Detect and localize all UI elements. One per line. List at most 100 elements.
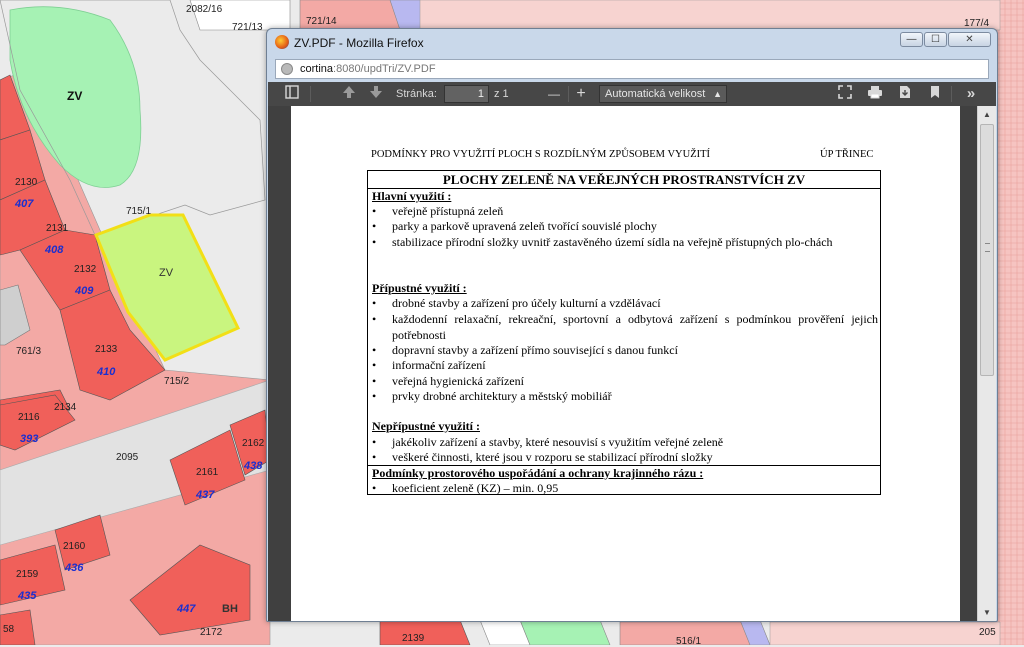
list-item: • parky a parkově upravená zeleň tvořící … (372, 219, 878, 235)
list-item-text: veřejně přístupná zeleň (392, 204, 504, 218)
list-item-text: parky a parkově upravená zeleň tvořící s… (392, 219, 657, 233)
parcel-label: 715/1 (126, 206, 152, 217)
building-number: 408 (45, 244, 64, 256)
bullet: • (372, 374, 377, 388)
parcel-label: 516/1 (676, 636, 702, 647)
page-total: z 1 (494, 88, 509, 100)
doc-header-left: PODMÍNKY PRO VYUŽITÍ PLOCH S ROZDÍLNÝM Z… (371, 149, 711, 160)
zoom-in-button[interactable]: + (571, 85, 591, 103)
globe-icon (281, 63, 293, 75)
bookmark-icon[interactable] (925, 85, 945, 103)
building-number: 409 (75, 285, 94, 297)
zoom-select[interactable]: Automatická velikost ▲ (599, 85, 727, 103)
list-item: • každodenní relaxační, rekreační, sporto… (372, 312, 878, 343)
next-page-icon[interactable] (366, 85, 386, 103)
chevron-updown-icon: ▲ (713, 89, 722, 99)
zone-label: BH (222, 603, 238, 615)
scroll-down-icon[interactable]: ▼ (983, 608, 991, 617)
building-number: 437 (196, 489, 215, 501)
scrollbar-thumb[interactable] (980, 124, 994, 376)
parcel-label: 2095 (116, 452, 139, 463)
building-number: 435 (18, 590, 37, 602)
bullet: • (372, 389, 377, 403)
regulation-table: PLOCHY ZELENĚ NA VEŘEJNÝCH PROSTRANSTVÍC… (367, 170, 881, 495)
map-label: 721/13 (232, 22, 263, 33)
list-item: • veškeré činnosti, které jsou v rozporu … (372, 450, 878, 466)
doc-header-right: ÚP TŘINEC (820, 149, 874, 160)
parcel-label: 2160 (63, 541, 86, 552)
url-host: cortina (300, 63, 334, 75)
list-item-text: jakékoliv zařízení a stavby, které nesou… (392, 435, 724, 449)
address-bar[interactable]: cortina:8080/updTri/ZV.PDF (275, 59, 989, 79)
close-button[interactable]: ✕ (948, 32, 991, 47)
parcel-label: 2130 (15, 177, 38, 188)
sidebar-toggle-icon[interactable] (282, 85, 302, 103)
list-item: • koeficient zeleně (KZ) – min. 0,95 (372, 481, 878, 497)
list-item: • veřejná hygienická zařízení (372, 374, 878, 390)
list-item: • informační zařízení (372, 358, 878, 374)
map-label: 2082/16 (186, 4, 223, 15)
window-titlebar[interactable]: ZV.PDF - Mozilla Firefox — ☐ ✕ (267, 29, 997, 55)
list-item-text: koeficient zeleně (KZ) – min. 0,95 (392, 481, 559, 495)
zone-label: ZV (159, 267, 174, 279)
list-item: • veřejně přístupná zeleň (372, 204, 878, 220)
parcel-label: 2116 (18, 412, 40, 423)
tools-icon[interactable]: » (961, 85, 981, 103)
parcel-label: 2134 (54, 402, 77, 413)
bullet: • (372, 343, 377, 357)
previous-page-icon[interactable] (339, 85, 359, 103)
parcel-label: 2131 (46, 223, 69, 234)
pdf-viewer[interactable]: PODMÍNKY PRO VYUŽITÍ PLOCH S ROZDÍLNÝM Z… (268, 106, 996, 621)
page-number-input[interactable]: 1 (444, 85, 489, 103)
firefox-logo-icon (275, 35, 289, 49)
vertical-scrollbar[interactable]: ▲ ▼ (977, 106, 996, 621)
parcel-label: 2159 (16, 569, 39, 580)
list-item-text: prvky drobné architektury a městský mobi… (392, 389, 612, 403)
list-item-text: informační zařízení (392, 358, 486, 372)
list-item-text: stabilizace přírodní složky uvnitř zasta… (392, 235, 833, 249)
zoom-select-value: Automatická velikost (605, 88, 706, 100)
zoom-out-button[interactable]: — (544, 85, 564, 103)
zone-label: ZV (67, 89, 83, 103)
parcel-label: 2139 (402, 633, 425, 644)
section-heading: Podmínky prostorového uspořádání a ochra… (372, 466, 704, 480)
parcel-label: 2133 (95, 344, 118, 355)
minimize-button[interactable]: — (900, 32, 923, 47)
list-item: • prvky drobné architektury a městský mob… (372, 389, 878, 405)
section-heading: Přípustné využití : (372, 281, 467, 295)
parcel-label: 205 (979, 627, 996, 638)
window-title: ZV.PDF - Mozilla Firefox (294, 36, 424, 50)
building-number: 447 (177, 603, 196, 615)
section-heading: Nepřípustné využití : (372, 419, 480, 433)
print-icon[interactable] (865, 85, 885, 103)
presentation-mode-icon[interactable] (835, 85, 855, 103)
scroll-up-icon[interactable]: ▲ (983, 110, 991, 119)
bullet: • (372, 204, 377, 218)
toolbar-separator (951, 86, 952, 102)
parcel-label: 715/2 (164, 376, 190, 387)
list-item: • drobné stavby a zařízení pro účely kult… (372, 296, 878, 312)
parcel-label: 2161 (196, 467, 219, 478)
building-number: 393 (20, 433, 39, 445)
bullet: • (372, 358, 377, 372)
list-item-text: dopravní stavby a zařízení přímo souvise… (392, 343, 678, 357)
download-icon[interactable] (895, 85, 915, 103)
building-number: 436 (65, 562, 84, 574)
bullet: • (372, 435, 377, 449)
parcel-label: 58 (3, 624, 15, 635)
list-item: • dopravní stavby a zařízení přímo souvis… (372, 343, 878, 359)
parcel-label: 761/3 (16, 346, 42, 357)
list-item-text: veškeré činnosti, které jsou v rozporu s… (392, 450, 713, 464)
map-label: 721/14 (306, 16, 337, 27)
building-number: 410 (97, 366, 116, 378)
url-path: :8080/updTri/ZV.PDF (333, 63, 436, 75)
bullet: • (372, 219, 377, 233)
doc-title: PLOCHY ZELENĚ NA VEŘEJNÝCH PROSTRANSTVÍC… (442, 172, 806, 187)
parcel-label: 2132 (74, 264, 97, 275)
bullet: • (372, 296, 377, 310)
url-text[interactable]: cortina:8080/updTri/ZV.PDF (300, 63, 436, 75)
building-number: 407 (15, 198, 34, 210)
grip-icon (985, 243, 990, 252)
maximize-button[interactable]: ☐ (924, 32, 947, 47)
toolbar-separator (310, 86, 311, 102)
